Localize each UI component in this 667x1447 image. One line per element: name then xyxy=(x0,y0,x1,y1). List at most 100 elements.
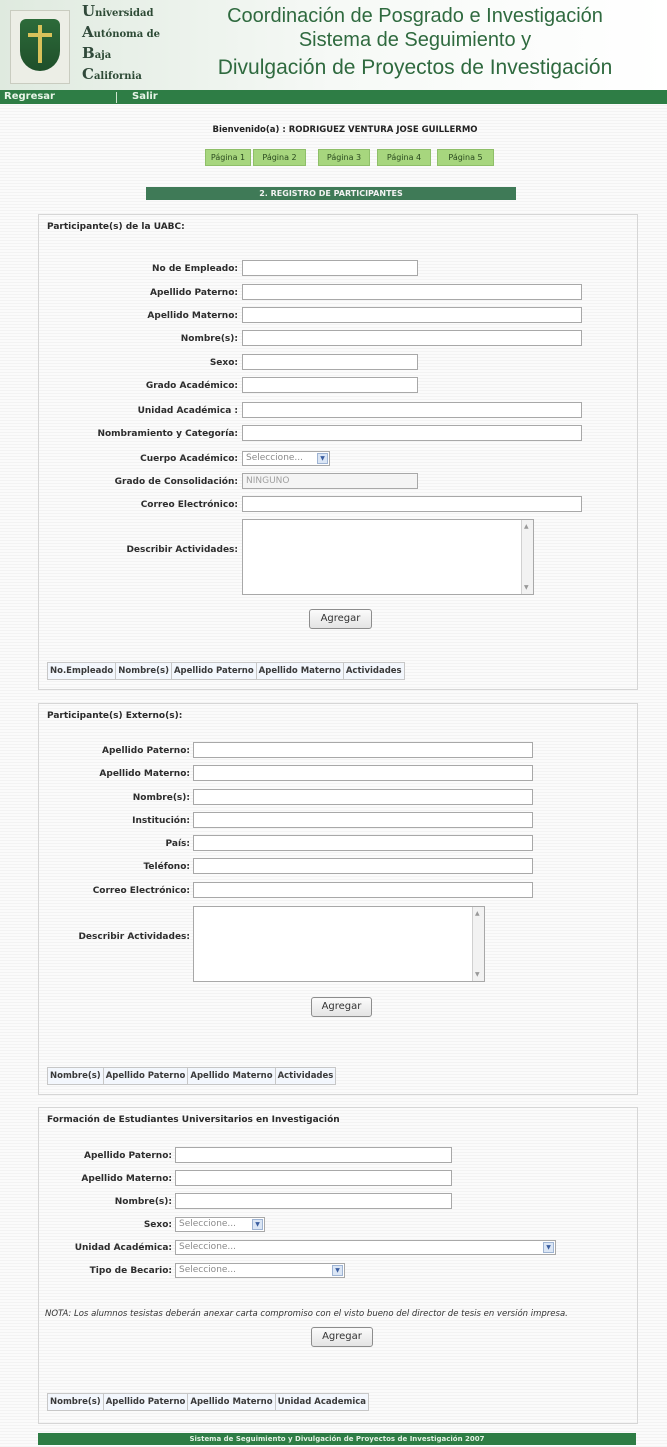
nav-divider xyxy=(116,92,117,103)
university-name: Universidad Autónoma de Baja California xyxy=(82,2,161,83)
col-activities: Actividades xyxy=(343,663,404,679)
chevron-down-icon: ▼ xyxy=(252,1219,263,1230)
ext-maternal-surname-label: Apellido Materno: xyxy=(99,769,190,779)
ext-paternal-surname-label: Apellido Paterno: xyxy=(102,746,190,756)
email-label: Correo Electrónico: xyxy=(140,500,238,510)
consolidation-degree-input[interactable]: NINGUNO xyxy=(242,473,418,489)
country-label: País: xyxy=(165,839,190,849)
maternal-surname-input[interactable] xyxy=(242,307,582,323)
academic-degree-label: Grado Académico: xyxy=(145,381,238,391)
header-title-line-1: Coordinación de Posgrado e Investigación xyxy=(227,5,603,27)
paternal-surname-input[interactable] xyxy=(242,284,582,300)
uabc-table-header: No.Empleado Nombre(s) Apellido Paterno A… xyxy=(47,662,405,680)
academic-body-select[interactable]: Seleccione... ▼ xyxy=(242,451,330,466)
header-title-line-3: Divulgación de Proyectos de Investigació… xyxy=(217,56,613,79)
page-tab-5[interactable]: Página 5 xyxy=(437,149,494,166)
col-maternal-surname: Apellido Materno xyxy=(188,1068,276,1084)
student-academic-unit-label: Unidad Académica: xyxy=(74,1243,172,1253)
institution-input[interactable] xyxy=(193,812,533,828)
student-academic-unit-select[interactable]: Seleccione... ▼ xyxy=(175,1240,556,1255)
top-nav: Regresar Salir xyxy=(0,90,667,104)
textarea-scrollbar[interactable]: ▲ ▼ xyxy=(521,520,533,594)
chevron-down-icon: ▼ xyxy=(317,453,328,464)
ext-maternal-surname-input[interactable] xyxy=(193,765,533,781)
phone-label: Teléfono: xyxy=(143,862,190,872)
ext-paternal-surname-input[interactable] xyxy=(193,742,533,758)
student-maternal-surname-input[interactable] xyxy=(175,1170,452,1186)
student-first-name-label: Nombre(s): xyxy=(114,1197,172,1207)
academic-body-label: Cuerpo Académico: xyxy=(140,454,238,464)
col-maternal-surname: Apellido Materno xyxy=(256,663,344,679)
maternal-surname-label: Apellido Materno: xyxy=(147,311,238,321)
appointment-category-input[interactable] xyxy=(242,425,582,441)
welcome-text: Bienvenido(a) : RODRIGUEZ VENTURA JOSE G… xyxy=(212,125,478,135)
employee-number-input[interactable] xyxy=(242,260,418,276)
chevron-down-icon: ▼ xyxy=(543,1242,554,1253)
col-employee-number: No.Empleado xyxy=(48,663,117,679)
sex-input[interactable] xyxy=(242,354,418,370)
page-tab-1[interactable]: Página 1 xyxy=(205,149,251,166)
add-uabc-participant-button[interactable]: Agregar xyxy=(309,609,372,629)
col-paternal-surname: Apellido Paterno xyxy=(171,663,257,679)
header-banner: Universidad Autónoma de Baja California … xyxy=(0,0,667,90)
col-first-name: Nombre(s) xyxy=(48,1068,104,1084)
add-student-button[interactable]: Agregar xyxy=(311,1327,373,1347)
col-activities: Actividades xyxy=(275,1068,336,1084)
paternal-surname-label: Apellido Paterno: xyxy=(150,288,238,298)
ext-activities-label: Describir Actividades: xyxy=(78,932,190,942)
ext-email-input[interactable] xyxy=(193,882,533,898)
country-input[interactable] xyxy=(193,835,533,851)
col-academic-unit: Unidad Academica xyxy=(275,1394,369,1410)
chevron-down-icon: ▼ xyxy=(332,1265,343,1276)
academic-unit-input[interactable] xyxy=(242,402,582,418)
activities-textarea[interactable]: ▲ ▼ xyxy=(242,519,534,595)
external-panel-title: Participante(s) Externo(s): xyxy=(47,711,183,721)
back-link[interactable]: Regresar xyxy=(4,90,55,104)
thesis-note: NOTA: Los alumnos tesistas deberán anexa… xyxy=(45,1309,568,1319)
appointment-category-label: Nombramiento y Categoría: xyxy=(97,429,238,439)
header-title-line-2: Sistema de Seguimiento y xyxy=(298,29,532,51)
col-first-name: Nombre(s) xyxy=(116,663,172,679)
col-paternal-surname: Apellido Paterno xyxy=(103,1068,189,1084)
student-first-name-input[interactable] xyxy=(175,1193,452,1209)
ext-email-label: Correo Electrónico: xyxy=(92,886,190,896)
consolidation-degree-label: Grado de Consolidación: xyxy=(114,477,238,487)
external-table-header: Nombre(s) Apellido Paterno Apellido Mate… xyxy=(47,1067,337,1085)
first-name-input[interactable] xyxy=(242,330,582,346)
university-logo xyxy=(10,10,70,84)
email-input[interactable] xyxy=(242,496,582,512)
col-maternal-surname: Apellido Materno xyxy=(188,1394,276,1410)
phone-input[interactable] xyxy=(193,858,533,874)
page-tab-3[interactable]: Página 3 xyxy=(318,149,370,166)
student-sex-label: Sexo: xyxy=(143,1220,172,1230)
footer: Sistema de Seguimiento y Divulgación de … xyxy=(38,1433,636,1445)
academic-degree-input[interactable] xyxy=(242,377,418,393)
add-external-participant-button[interactable]: Agregar xyxy=(311,997,372,1017)
page-tab-4[interactable]: Página 4 xyxy=(377,149,431,166)
institution-label: Institución: xyxy=(132,816,190,826)
employee-number-label: No de Empleado: xyxy=(152,264,238,274)
ext-first-name-input[interactable] xyxy=(193,789,533,805)
sex-label: Sexo: xyxy=(209,358,238,368)
scholarship-type-select[interactable]: Seleccione... ▼ xyxy=(175,1263,345,1278)
students-panel-title: Formación de Estudiantes Universitarios … xyxy=(47,1115,340,1125)
students-table-header: Nombre(s) Apellido Paterno Apellido Mate… xyxy=(47,1393,370,1411)
textarea-scrollbar[interactable]: ▲ ▼ xyxy=(472,907,484,981)
col-paternal-surname: Apellido Paterno xyxy=(103,1394,189,1410)
ext-activities-textarea[interactable]: ▲ ▼ xyxy=(193,906,485,982)
student-sex-select[interactable]: Seleccione... ▼ xyxy=(175,1217,265,1232)
student-paternal-surname-input[interactable] xyxy=(175,1147,452,1163)
student-maternal-surname-label: Apellido Materno: xyxy=(81,1174,172,1184)
page: Universidad Autónoma de Baja California … xyxy=(0,0,667,1447)
shield-icon xyxy=(20,19,60,71)
uabc-panel-title: Participante(s) de la UABC: xyxy=(47,222,185,232)
academic-unit-label: Unidad Académica : xyxy=(137,406,238,416)
activities-label: Describir Actividades: xyxy=(126,545,238,555)
ext-first-name-label: Nombre(s): xyxy=(132,793,190,803)
page-tab-2[interactable]: Página 2 xyxy=(253,149,306,166)
student-paternal-surname-label: Apellido Paterno: xyxy=(84,1151,172,1161)
exit-link[interactable]: Salir xyxy=(132,90,158,104)
first-name-label: Nombre(s): xyxy=(180,334,238,344)
section-title: 2. REGISTRO DE PARTICIPANTES xyxy=(146,187,516,200)
col-first-name: Nombre(s) xyxy=(48,1394,104,1410)
